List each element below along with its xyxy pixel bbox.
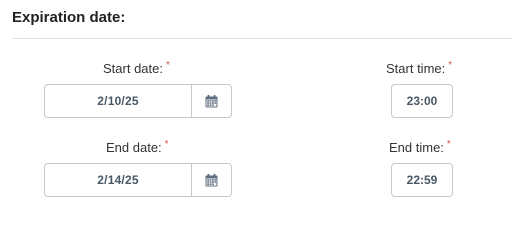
required-marker: * bbox=[446, 139, 451, 150]
start-date-label: Start date: * bbox=[103, 60, 170, 76]
calendar-icon bbox=[205, 173, 218, 186]
end-date-calendar-button[interactable] bbox=[191, 164, 231, 196]
end-date-input[interactable]: 2/14/25 bbox=[45, 164, 191, 196]
section-divider bbox=[12, 38, 512, 39]
start-time-input[interactable]: 23:00 bbox=[391, 84, 453, 118]
section-title: Expiration date: bbox=[12, 9, 126, 26]
end-time-label: End time: * bbox=[389, 139, 451, 155]
required-marker: * bbox=[448, 60, 453, 71]
required-marker: * bbox=[164, 139, 169, 150]
end-date-picker: 2/14/25 bbox=[44, 163, 232, 197]
calendar-icon bbox=[205, 94, 218, 107]
start-date-label-text: Start date: bbox=[103, 61, 163, 76]
end-time-label-text: End time: bbox=[389, 140, 444, 155]
start-time-label: Start time: * bbox=[386, 60, 453, 76]
start-date-input[interactable]: 2/10/25 bbox=[45, 85, 191, 117]
end-date-label: End date: * bbox=[106, 139, 169, 155]
end-date-label-text: End date: bbox=[106, 140, 162, 155]
start-time-label-text: Start time: bbox=[386, 61, 446, 76]
start-date-calendar-button[interactable] bbox=[191, 85, 231, 117]
required-marker: * bbox=[165, 60, 170, 71]
end-time-input[interactable]: 22:59 bbox=[391, 163, 453, 197]
start-date-picker: 2/10/25 bbox=[44, 84, 232, 118]
